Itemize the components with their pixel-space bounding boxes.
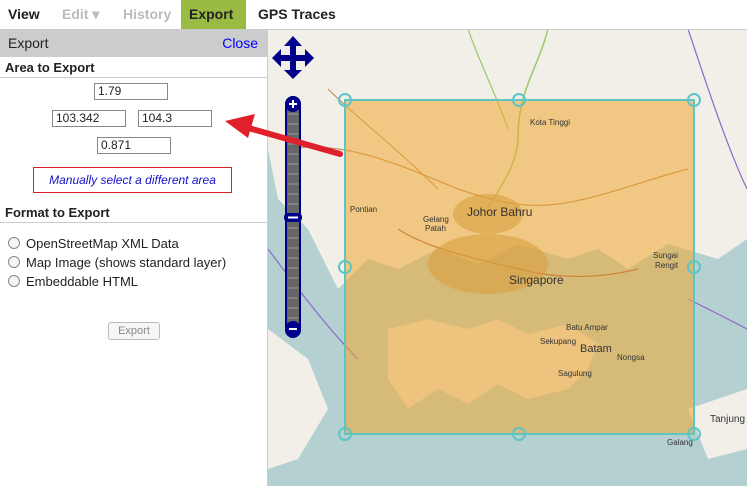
manual-select-area-link[interactable]: Manually select a different area xyxy=(33,167,232,193)
map-label: Singapore xyxy=(509,273,564,287)
map-label: Johor Bahru xyxy=(467,205,532,219)
radio-label: Map Image (shows standard layer) xyxy=(26,255,227,270)
max-lon-field[interactable]: 104.3 xyxy=(138,110,212,127)
map-label: Galang xyxy=(667,438,693,447)
max-lat-field[interactable]: 1.79 xyxy=(94,83,168,100)
map-view[interactable]: Kota Tinggi Pontian Gelang Patah Johor B… xyxy=(268,29,747,486)
tab-export[interactable]: Export xyxy=(181,0,246,29)
panel-header: Export Close xyxy=(0,29,267,57)
map-label: Batam xyxy=(580,343,612,355)
radio-label: Embeddable HTML xyxy=(26,274,138,289)
min-lon-field[interactable]: 103.342 xyxy=(52,110,126,127)
close-link[interactable]: Close xyxy=(222,29,258,57)
panel-title: Export xyxy=(8,35,49,51)
map-label: Gelang xyxy=(423,215,449,224)
map-label: Tanjung xyxy=(710,414,745,425)
radio-button[interactable] xyxy=(8,237,20,249)
export-panel: Export Close Area to Export 1.79 103.342… xyxy=(0,29,268,486)
tab-gps-traces[interactable]: GPS Traces xyxy=(250,0,344,29)
map-label: Batu Ampar xyxy=(566,323,608,332)
map-label: Kota Tinggi xyxy=(530,118,570,127)
top-navigation: View Edit ▾ History Export GPS Traces xyxy=(0,0,747,30)
map-label: Sungai xyxy=(653,251,678,260)
radio-button[interactable] xyxy=(8,275,20,287)
radio-button[interactable] xyxy=(8,256,20,268)
export-button[interactable]: Export xyxy=(108,322,160,340)
tab-history[interactable]: History xyxy=(115,0,179,29)
tab-view[interactable]: View xyxy=(0,0,48,29)
format-to-export-heading: Format to Export xyxy=(0,202,267,223)
map-label: Sagulung xyxy=(558,369,592,378)
map-label: Sekupang xyxy=(540,337,576,346)
radio-label: OpenStreetMap XML Data xyxy=(26,236,179,251)
red-arrow-annotation xyxy=(225,114,343,157)
area-to-export-heading: Area to Export xyxy=(0,57,267,78)
map-label: Rengit xyxy=(655,261,679,270)
tab-edit[interactable]: Edit ▾ xyxy=(54,0,107,29)
min-lat-field[interactable]: 0.871 xyxy=(97,137,171,154)
map-label: Patah xyxy=(425,224,446,233)
map-label: Pontian xyxy=(350,205,377,214)
map-label: Nongsa xyxy=(617,353,645,362)
